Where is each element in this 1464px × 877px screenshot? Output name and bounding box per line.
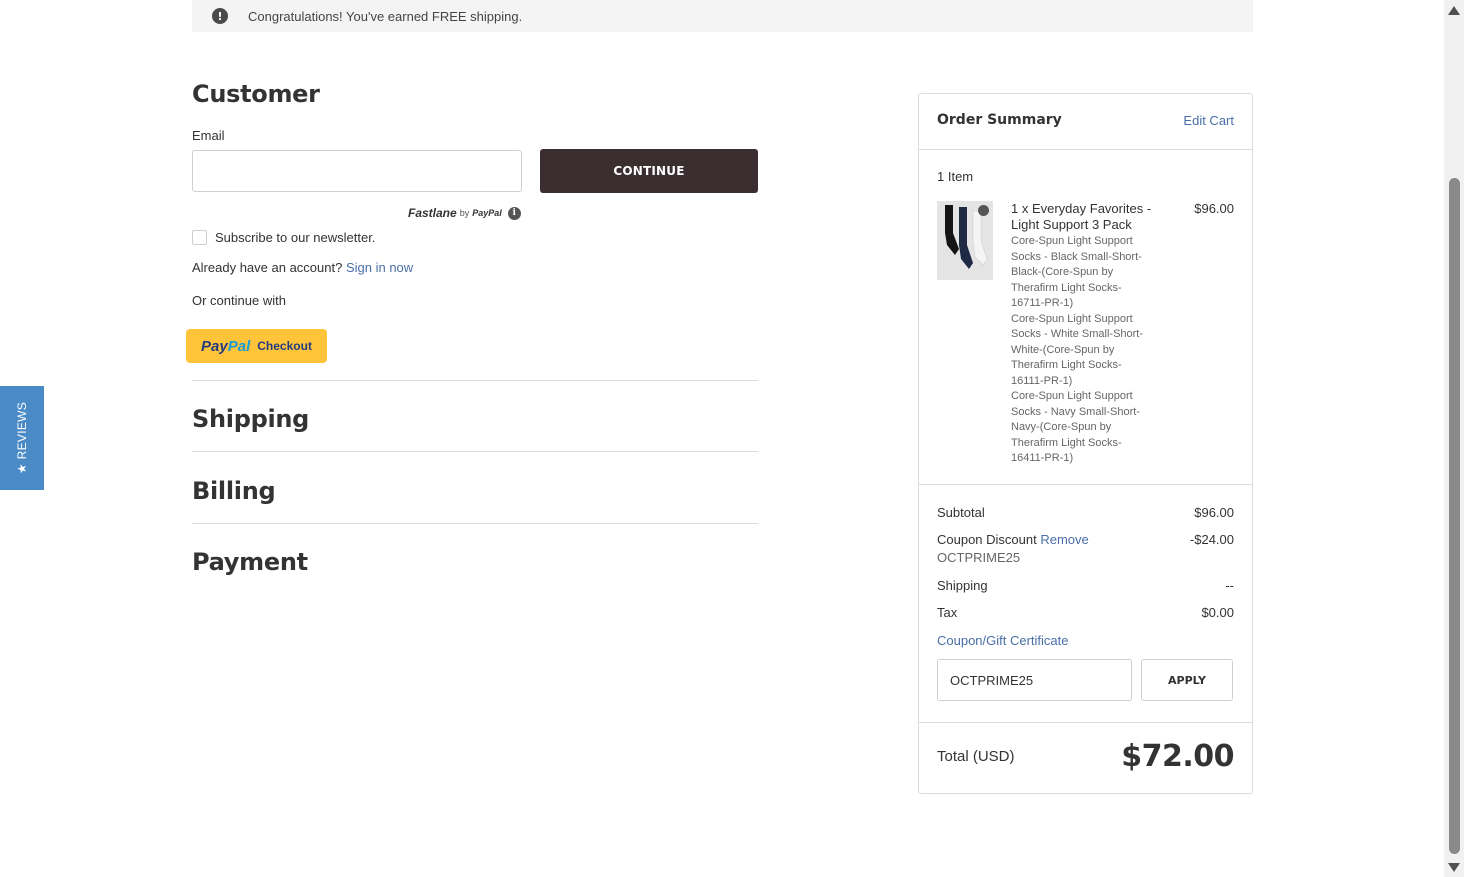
coupon-code-input[interactable]: [937, 659, 1132, 701]
summary-divider: [919, 722, 1252, 723]
edit-cart-link[interactable]: Edit Cart: [1183, 113, 1234, 128]
product-option-line: Socks - Navy Small-Short-: [1011, 405, 1140, 418]
newsletter-checkbox[interactable]: [192, 230, 207, 245]
payment-title: Payment: [192, 548, 308, 576]
product-name: 1 x Everyday Favorites - Light Support 3…: [1011, 201, 1152, 232]
shipping-value: --: [1225, 578, 1234, 593]
email-input[interactable]: [192, 150, 522, 192]
divider: [192, 523, 758, 524]
account-prompt-row: Already have an account? Sign in now: [192, 260, 413, 275]
product-option-line: Therafirm Light Socks-: [1011, 359, 1122, 371]
order-summary-header: Order Summary Edit Cart: [919, 94, 1252, 150]
product-option-line: White-(Core-Spun by: [1011, 343, 1115, 356]
billing-title: Billing: [192, 477, 276, 505]
subtotal-label: Subtotal: [937, 505, 985, 520]
divider: [192, 451, 758, 452]
total-label: Total (USD): [937, 748, 1015, 765]
order-summary: Order Summary Edit Cart 1 Item 1 x Every…: [918, 93, 1253, 794]
product-option-line: Therafirm Light Socks-: [1011, 281, 1122, 294]
paypal-checkout-label: Checkout: [257, 339, 312, 353]
reviews-tab[interactable]: ★ REVIEWS: [0, 386, 44, 490]
paypal-logo-pal: Pal: [227, 337, 251, 355]
fastlane-by-paypal: Fastlane by PayPal i: [408, 206, 521, 220]
coupon-code: OCTPRIME25: [937, 550, 1021, 565]
customer-title: Customer: [192, 80, 320, 108]
product-option-line: Core-Spun Light Support: [1011, 390, 1133, 402]
product-option-line: Socks - White Small-Short-: [1011, 328, 1144, 340]
scroll-down-arrow-icon[interactable]: [1448, 863, 1460, 872]
coupon-discount-value: -$24.00: [1189, 532, 1234, 547]
coupon-discount-label: Coupon Discount: [937, 532, 1037, 547]
product-option-line: 16411-PR-1): [1011, 452, 1074, 464]
exclamation-icon: !: [212, 8, 228, 24]
fastlane-by: by: [459, 208, 470, 218]
product-option-line: Core-Spun Light Support: [1011, 312, 1133, 325]
image-badge-icon: [978, 205, 989, 216]
tax-label: Tax: [937, 605, 958, 620]
product-option-line: Black-(Core-Spun by: [1011, 266, 1114, 278]
scroll-up-arrow-icon[interactable]: [1448, 6, 1460, 15]
divider: [192, 380, 758, 381]
email-label: Email: [192, 128, 225, 143]
account-prompt: Already have an account?: [192, 260, 343, 275]
tax-value: $0.00: [1201, 605, 1234, 620]
reviews-tab-label: ★ REVIEWS: [15, 401, 30, 475]
product-option-line: Therafirm Light Socks-: [1011, 436, 1122, 449]
coupon-remove-link[interactable]: Remove: [1040, 532, 1088, 547]
apply-coupon-button[interactable]: APPLY: [1141, 659, 1233, 701]
order-summary-title: Order Summary: [937, 112, 1062, 128]
product-options: Core-Spun Light Support Socks - Black Sm…: [1011, 234, 1151, 467]
banner-text: Congratulations! You've earned FREE ship…: [248, 8, 523, 24]
paypal-logo-pay: Pay: [201, 337, 228, 355]
fastlane-paypal: PayPal: [472, 208, 502, 218]
coupon-gift-certificate-link[interactable]: Coupon/Gift Certificate: [937, 633, 1069, 648]
product-image: [937, 201, 993, 280]
product-option-line: 16111-PR-1): [1011, 374, 1073, 387]
or-continue-label: Or continue with: [192, 293, 286, 308]
free-shipping-banner: ! Congratulations! You've earned FREE sh…: [192, 0, 1253, 32]
shipping-title: Shipping: [192, 405, 310, 433]
coupon-discount-row: Coupon Discount Remove: [937, 532, 1089, 547]
info-icon[interactable]: i: [507, 206, 521, 220]
items-count: 1 Item: [937, 169, 974, 184]
product-price: $96.00: [1194, 201, 1234, 216]
newsletter-label: Subscribe to our newsletter.: [215, 230, 376, 245]
scrollbar-thumb[interactable]: [1449, 178, 1460, 854]
shipping-label: Shipping: [937, 578, 988, 593]
product-option-line: Navy-(Core-Spun by: [1011, 421, 1112, 433]
continue-button[interactable]: CONTINUE: [540, 149, 758, 193]
product-option-line: Socks - Black Small-Short-: [1011, 250, 1142, 263]
product-option-line: 16711-PR-1): [1011, 297, 1074, 309]
fastlane-brand: Fastlane: [408, 206, 457, 220]
summary-divider: [919, 484, 1252, 485]
paypal-checkout-button[interactable]: Pay Pal Checkout: [186, 329, 327, 363]
total-value: $72.00: [1121, 739, 1234, 774]
sign-in-link[interactable]: Sign in now: [346, 260, 413, 275]
product-option-line: Core-Spun Light Support: [1011, 235, 1133, 247]
subtotal-value: $96.00: [1194, 505, 1234, 520]
